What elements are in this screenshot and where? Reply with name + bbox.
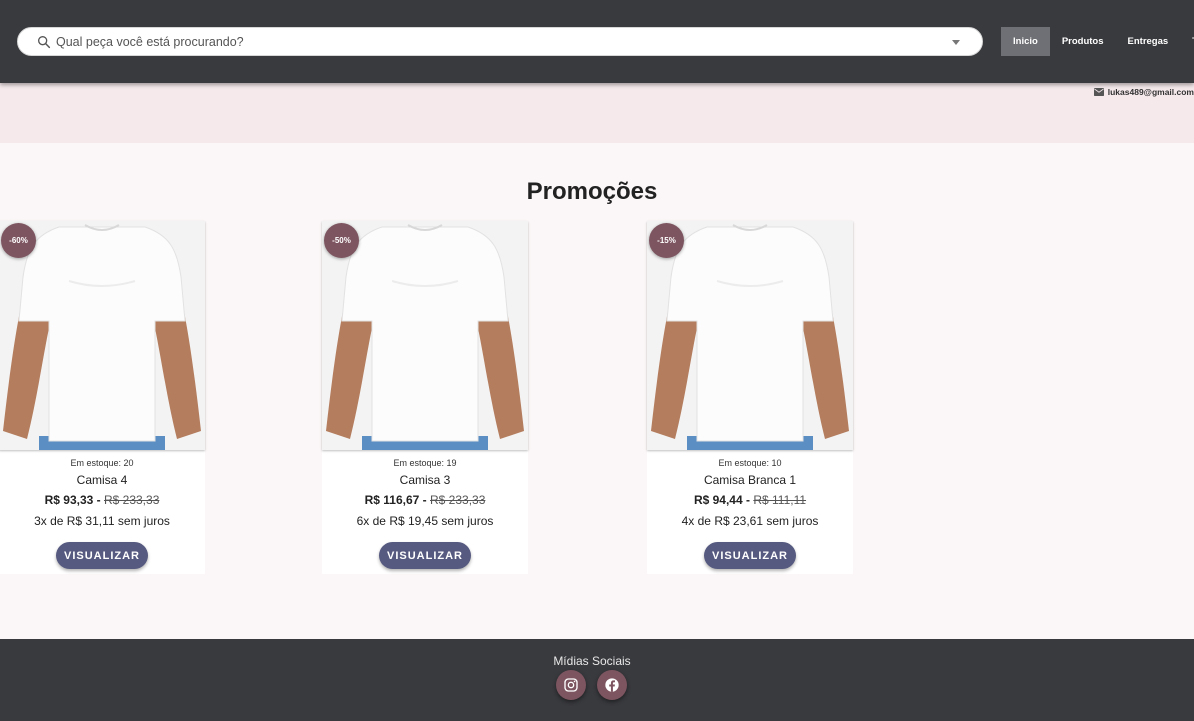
main-nav: Inicio Produtos Entregas Tr bbox=[1001, 27, 1194, 56]
old-price: R$ 233,33 bbox=[103, 493, 160, 507]
tab-inicio[interactable]: Inicio bbox=[1001, 27, 1050, 56]
view-button[interactable]: VISUALIZAR bbox=[56, 542, 148, 569]
old-price: R$ 111,11 bbox=[753, 493, 807, 507]
product-name: Camisa 3 bbox=[399, 473, 451, 487]
dropdown-caret-icon[interactable] bbox=[952, 40, 960, 45]
product-card[interactable]: -60% Em estoque: 20 Camisa 4 R$ 93,33 - … bbox=[0, 221, 205, 574]
search-input[interactable] bbox=[56, 32, 916, 52]
discount-badge: -15% bbox=[649, 223, 684, 258]
stock-label: Em estoque: 10 bbox=[718, 458, 782, 468]
instagram-button[interactable] bbox=[556, 670, 586, 700]
product-image[interactable]: -15% bbox=[647, 221, 853, 450]
email-text: lukas489@gmail.com bbox=[1107, 87, 1194, 97]
facebook-icon bbox=[605, 678, 619, 692]
installments-text: 6x de R$ 19,45 sem juros bbox=[356, 514, 494, 528]
product-card[interactable]: -50% Em estoque: 19 Camisa 3 R$ 116,67 -… bbox=[322, 221, 528, 574]
search-icon bbox=[38, 36, 51, 49]
tshirt-image bbox=[322, 221, 528, 450]
top-app-bar: Inicio Produtos Entregas Tr bbox=[0, 0, 1194, 83]
installments-text: 4x de R$ 23,61 sem juros bbox=[681, 514, 819, 528]
contact-email[interactable]: lukas489@gmail.com bbox=[1093, 87, 1194, 97]
product-price: R$ 94,44 - R$ 111,11 bbox=[693, 493, 807, 507]
current-price: R$ 94,44 bbox=[693, 493, 743, 507]
installments-text: 3x de R$ 31,11 sem juros bbox=[34, 514, 170, 528]
product-image[interactable]: -50% bbox=[322, 221, 528, 450]
product-price: R$ 93,33 - R$ 233,33 bbox=[44, 493, 160, 507]
stock-label: Em estoque: 19 bbox=[393, 458, 457, 468]
footer-title: Mídias Sociais bbox=[553, 654, 631, 668]
footer: Mídias Sociais bbox=[0, 639, 1194, 721]
search-bar[interactable] bbox=[17, 27, 983, 56]
tshirt-image bbox=[647, 221, 853, 450]
current-price: R$ 116,67 bbox=[364, 493, 420, 507]
discount-badge: -50% bbox=[324, 223, 359, 258]
mail-icon bbox=[1093, 88, 1104, 96]
facebook-button[interactable] bbox=[597, 670, 627, 700]
section-title: Promoções bbox=[526, 178, 658, 205]
tab-entregas[interactable]: Entregas bbox=[1116, 27, 1181, 56]
product-name: Camisa 4 bbox=[76, 473, 128, 487]
current-price: R$ 93,33 bbox=[44, 493, 94, 507]
info-band: lukas489@gmail.com bbox=[0, 83, 1194, 143]
product-card[interactable]: -15% Em estoque: 10 Camisa Branca 1 R$ 9… bbox=[647, 221, 853, 574]
product-image[interactable]: -60% bbox=[0, 221, 205, 450]
discount-badge: -60% bbox=[1, 223, 36, 258]
product-price: R$ 116,67 - R$ 233,33 bbox=[364, 493, 486, 507]
stock-label: Em estoque: 20 bbox=[70, 458, 134, 468]
tshirt-image bbox=[0, 221, 205, 450]
product-name: Camisa Branca 1 bbox=[703, 473, 797, 487]
tab-trocas[interactable]: Tr bbox=[1180, 27, 1194, 56]
view-button[interactable]: VISUALIZAR bbox=[704, 542, 796, 569]
instagram-icon bbox=[564, 678, 578, 692]
view-button[interactable]: VISUALIZAR bbox=[379, 542, 471, 569]
tab-produtos[interactable]: Produtos bbox=[1050, 27, 1116, 56]
old-price: R$ 233,33 bbox=[430, 493, 486, 507]
